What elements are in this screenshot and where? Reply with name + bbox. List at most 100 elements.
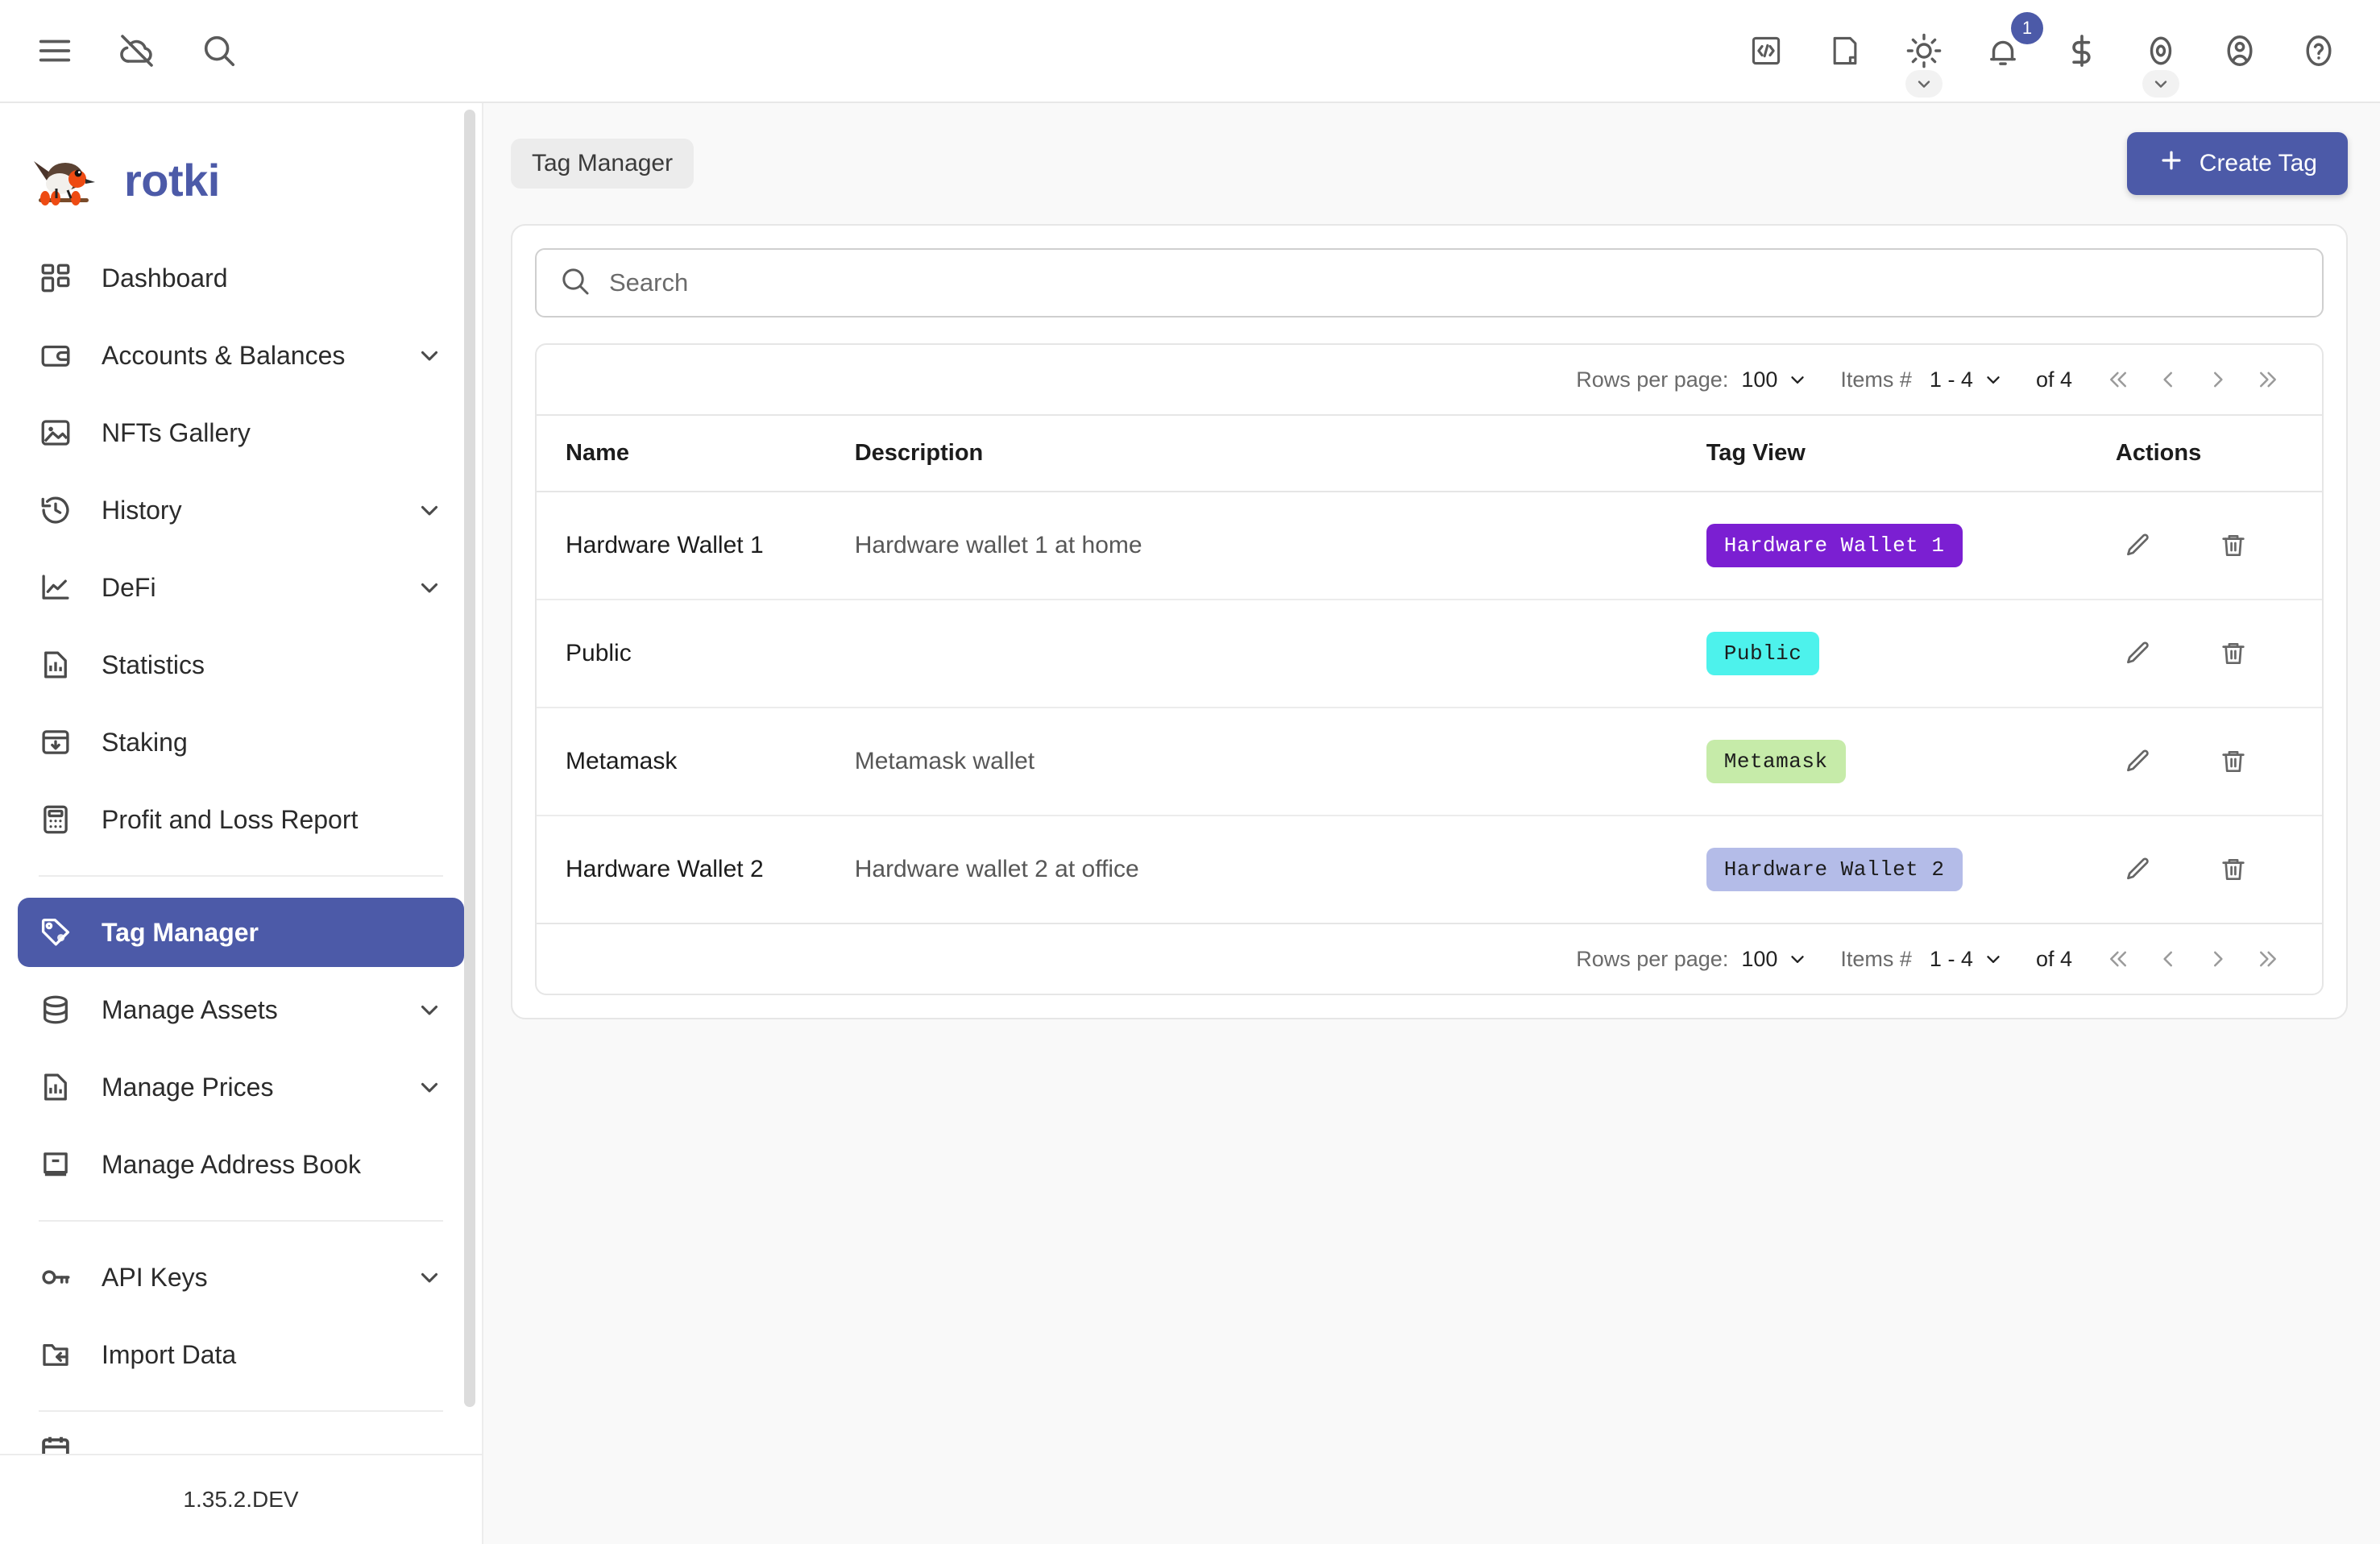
sidebar-item-api-keys[interactable]: API Keys	[18, 1243, 464, 1312]
table-row[interactable]: Hardware Wallet 1 Hardware wallet 1 at h…	[537, 492, 2322, 600]
edit-row-button[interactable]	[2116, 523, 2161, 568]
sidebar-item-tag-manager[interactable]: Tag Manager	[18, 898, 464, 967]
last-page-button[interactable]	[2243, 934, 2293, 984]
page-header: Tag Manager Create Tag	[511, 131, 2348, 197]
eye-icon[interactable]	[2135, 25, 2187, 98]
search-field-wrapper[interactable]	[535, 248, 2324, 318]
first-page-button[interactable]	[2093, 355, 2143, 405]
items-range-select[interactable]: 1 - 4	[1930, 947, 2004, 972]
sidebar-item-partially-visible[interactable]	[18, 1433, 464, 1454]
items-range-select[interactable]: 1 - 4	[1930, 367, 2004, 392]
sidebar-item-label: Manage Address Book	[102, 1149, 361, 1179]
tags-table-head: Name Description Tag View Actions	[537, 414, 2322, 492]
help-icon[interactable]	[2293, 25, 2345, 77]
table-row[interactable]: Public Public	[537, 600, 2322, 708]
last-page-button[interactable]	[2243, 355, 2293, 405]
items-range-value: 1 - 4	[1929, 946, 1973, 971]
chevron-down-icon[interactable]	[416, 1264, 443, 1291]
privacy-chevron-down-icon[interactable]	[2142, 70, 2179, 98]
tag-icon	[39, 915, 82, 949]
delete-row-button[interactable]	[2211, 739, 2256, 784]
top-bar-right-group: 1	[1740, 12, 2345, 98]
code-icon[interactable]	[1740, 25, 1792, 77]
items-total-label: of 4	[2035, 367, 2072, 392]
app-version: 1.35.2.DEV	[183, 1487, 299, 1512]
sidebar-item-history[interactable]: History	[18, 475, 464, 545]
tag-chip: Public	[1706, 632, 1820, 675]
first-page-button[interactable]	[2093, 934, 2143, 984]
previous-page-button[interactable]	[2143, 934, 2193, 984]
address-book-icon	[39, 1148, 82, 1181]
rotki-bird-logo-icon	[34, 161, 95, 205]
search-input[interactable]	[609, 268, 2299, 297]
chevron-down-icon[interactable]	[416, 1073, 443, 1101]
sidebar-item-defi[interactable]: DeFi	[18, 553, 464, 622]
delete-row-button[interactable]	[2211, 631, 2256, 676]
sidebar-item-label: Accounts & Balances	[102, 340, 346, 370]
dollar-icon[interactable]	[2056, 25, 2108, 77]
calculator-icon	[39, 803, 82, 836]
cell-tag-view: Metamask	[1706, 708, 2116, 816]
table-row[interactable]: Metamask Metamask wallet Metamask	[537, 708, 2322, 816]
column-header-actions: Actions	[2115, 414, 2322, 492]
sidebar-divider	[39, 1220, 443, 1222]
table-row[interactable]: Hardware Wallet 2 Hardware wallet 2 at o…	[537, 816, 2322, 924]
next-page-button[interactable]	[2193, 355, 2243, 405]
chart-line-icon	[39, 571, 82, 604]
sidebar-item-manage-prices[interactable]: Manage Prices	[18, 1052, 464, 1122]
theme-chevron-down-icon[interactable]	[1905, 70, 1943, 98]
bell-icon[interactable]: 1	[1977, 12, 2043, 77]
sidebar-item-manage-address-book[interactable]: Manage Address Book	[18, 1130, 464, 1199]
sidebar-item-import-data[interactable]: Import Data	[18, 1320, 464, 1389]
sidebar-item-accounts-balances[interactable]: Accounts & Balances	[18, 321, 464, 390]
brand-name: rotki	[124, 154, 220, 205]
rows-per-page-select[interactable]: 100	[1741, 367, 1808, 392]
delete-row-button[interactable]	[2211, 523, 2256, 568]
edit-row-button[interactable]	[2116, 847, 2161, 892]
sidebar-item-staking[interactable]: Staking	[18, 708, 464, 777]
chevron-down-icon[interactable]	[416, 342, 443, 369]
sidebar-item-statistics[interactable]: Statistics	[18, 630, 464, 699]
price-chart-icon	[39, 1070, 82, 1104]
chevron-down-icon[interactable]	[416, 574, 443, 601]
sidebar-item-label: NFTs Gallery	[102, 417, 251, 447]
app-body: rotki Dashboard Accounts & Balances NFTs…	[0, 103, 2380, 1544]
sidebar-item-profit-and-loss-report[interactable]: Profit and Loss Report	[18, 785, 464, 854]
sun-icon[interactable]	[1898, 25, 1950, 98]
chevrons-right-icon	[2260, 951, 2276, 967]
brand-logo[interactable]: rotki	[0, 103, 482, 243]
history-icon	[39, 493, 82, 527]
create-tag-button[interactable]: Create Tag	[2126, 132, 2348, 195]
next-page-button[interactable]	[2193, 934, 2243, 984]
delete-row-button[interactable]	[2211, 847, 2256, 892]
chevron-down-icon[interactable]	[416, 996, 443, 1023]
edit-row-button[interactable]	[2116, 739, 2161, 784]
chevrons-left-icon	[2110, 371, 2126, 388]
edit-row-button[interactable]	[2116, 631, 2161, 676]
items-label: Items #	[1840, 367, 1912, 392]
breadcrumb[interactable]: Tag Manager	[511, 139, 695, 189]
search-icon[interactable]	[193, 25, 245, 77]
table-header-row: Name Description Tag View Actions	[537, 414, 2322, 492]
menu-icon[interactable]	[29, 25, 81, 77]
cell-description: Hardware wallet 1 at home	[854, 492, 1706, 600]
cell-description	[854, 600, 1706, 708]
items-total-label: of 4	[2035, 946, 2072, 971]
account-icon[interactable]	[2214, 25, 2266, 77]
previous-page-button[interactable]	[2143, 355, 2193, 405]
sidebar-item-manage-assets[interactable]: Manage Assets	[18, 975, 464, 1044]
notes-icon[interactable]	[1819, 25, 1871, 77]
sidebar-item-dashboard[interactable]: Dashboard	[18, 243, 464, 313]
statistics-icon	[39, 648, 82, 682]
rows-per-page-value: 100	[1741, 946, 1778, 971]
chevron-down-icon[interactable]	[416, 496, 443, 524]
pencil-icon	[2126, 533, 2149, 556]
rows-per-page-select[interactable]: 100	[1741, 947, 1808, 972]
items-label: Items #	[1840, 946, 1912, 971]
image-icon	[39, 416, 82, 450]
cloud-off-icon[interactable]	[111, 25, 163, 77]
sidebar-item-label: Tag Manager	[102, 917, 259, 947]
chevron-left-icon	[2163, 371, 2172, 388]
sidebar-item-nfts-gallery[interactable]: NFTs Gallery	[18, 398, 464, 467]
pagination-bottom: Rows per page: 100 Items # 1 - 4 of 4	[537, 924, 2322, 994]
